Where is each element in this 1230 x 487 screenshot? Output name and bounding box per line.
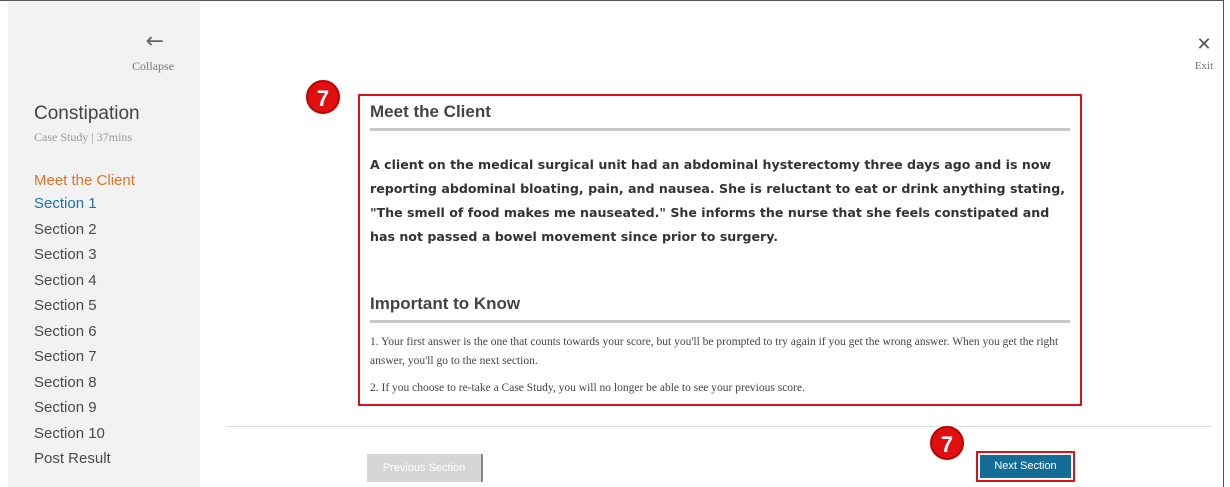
- important-section: Important to Know 1. Your first answer i…: [370, 294, 1070, 398]
- exit-label: Exit: [1194, 60, 1214, 72]
- sidebar-item-section-6[interactable]: Section 6: [34, 319, 135, 345]
- important-to-know-heading: Important to Know: [370, 294, 1070, 323]
- sidebar-item-section-3[interactable]: Section 3: [34, 242, 135, 268]
- annotation-badge-content: 7: [306, 80, 340, 114]
- sidebar-item-section-9[interactable]: Section 9: [34, 395, 135, 421]
- previous-section-button[interactable]: Previous Section: [367, 454, 483, 482]
- sidebar-item-meet-the-client[interactable]: Meet the Client: [34, 171, 135, 191]
- collapse-label: Collapse: [132, 59, 174, 73]
- next-section-button[interactable]: Next Section: [980, 455, 1071, 478]
- case-title: Constipation: [34, 103, 140, 124]
- collapse-button[interactable]: ← Collapse: [114, 31, 174, 74]
- meet-the-client-heading: Meet the Client: [370, 102, 1070, 131]
- annotation-badge-next: 7: [930, 426, 964, 460]
- sidebar-item-post-result[interactable]: Post Result: [34, 446, 135, 472]
- sidebar-item-section-8[interactable]: Section 8: [34, 370, 135, 396]
- client-description: A client on the medical surgical unit ha…: [370, 157, 1066, 244]
- next-section-highlight: Next Section: [976, 451, 1075, 482]
- important-item-1: 1. Your first answer is the one that cou…: [370, 336, 1059, 367]
- sidebar-item-section-7[interactable]: Section 7: [34, 344, 135, 370]
- close-icon[interactable]: ✕: [1188, 36, 1220, 54]
- sidebar-item-section-4[interactable]: Section 4: [34, 268, 135, 294]
- section-nav: Meet the Client Section 1 Section 2 Sect…: [34, 171, 135, 472]
- sidebar: ← Collapse Constipation Case Study | 37m…: [8, 1, 200, 487]
- sidebar-item-section-1[interactable]: Section 1: [34, 191, 135, 217]
- footer-divider: [226, 426, 1212, 427]
- important-item-2: 2. If you choose to re-take a Case Study…: [370, 382, 805, 394]
- case-subtitle: Case Study | 37mins: [34, 130, 133, 144]
- exit-button[interactable]: ✕ Exit: [1188, 36, 1220, 73]
- sidebar-item-section-5[interactable]: Section 5: [34, 293, 135, 319]
- sidebar-item-section-10[interactable]: Section 10: [34, 421, 135, 447]
- case-content-panel: Meet the Client A client on the medical …: [358, 94, 1082, 406]
- sidebar-item-section-2[interactable]: Section 2: [34, 217, 135, 243]
- arrow-left-icon[interactable]: ←: [114, 31, 174, 53]
